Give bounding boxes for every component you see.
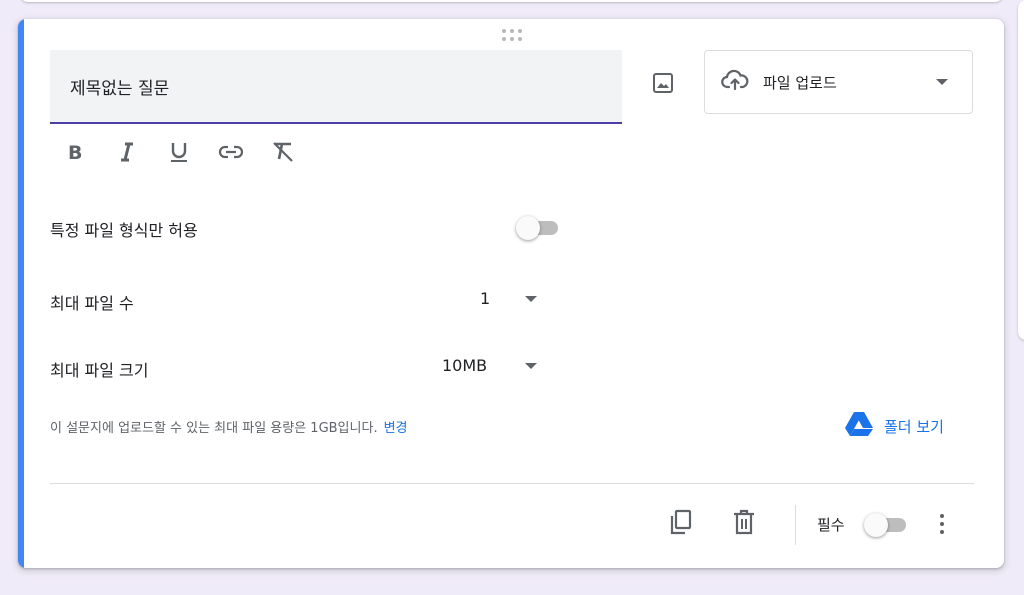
active-accent-bar xyxy=(18,19,24,568)
duplicate-icon[interactable] xyxy=(666,507,696,537)
required-toggle[interactable] xyxy=(864,513,906,537)
question-title-input[interactable]: 제목없는 질문 xyxy=(50,50,622,124)
clear-format-icon[interactable] xyxy=(266,137,300,167)
drag-handle-icon[interactable] xyxy=(502,29,522,41)
footer-divider xyxy=(50,483,974,484)
max-size-label: 최대 파일 크기 xyxy=(50,361,149,380)
cloud-upload-icon xyxy=(721,69,749,95)
delete-icon[interactable] xyxy=(729,507,759,537)
format-toolbar: B xyxy=(58,137,300,167)
max-files-dropdown-icon[interactable] xyxy=(525,296,537,302)
question-type-label: 파일 업로드 xyxy=(763,73,837,92)
previous-card-edge xyxy=(20,0,1003,2)
bold-icon[interactable]: B xyxy=(58,137,92,167)
more-options-icon[interactable] xyxy=(932,512,952,536)
required-label: 필수 xyxy=(817,516,845,534)
allow-specific-types-label: 특정 파일 형식만 허용 xyxy=(50,221,198,240)
italic-icon[interactable] xyxy=(110,137,144,167)
next-card-edge xyxy=(1018,0,1024,340)
max-size-dropdown-icon[interactable] xyxy=(525,363,537,369)
chevron-down-icon xyxy=(936,79,948,85)
link-icon[interactable] xyxy=(214,137,248,167)
storage-info-text: 이 설문지에 업로드할 수 있는 최대 파일 용량은 1GB입니다. xyxy=(50,421,378,436)
footer-separator xyxy=(795,505,796,545)
google-drive-icon xyxy=(844,411,874,441)
allow-specific-types-toggle[interactable] xyxy=(516,216,558,240)
max-size-value[interactable]: 10MB xyxy=(442,356,487,375)
max-files-label: 최대 파일 수 xyxy=(50,294,134,313)
view-folder-label: 폴더 보기 xyxy=(884,417,944,436)
underline-icon[interactable] xyxy=(162,137,196,167)
question-type-dropdown[interactable]: 파일 업로드 xyxy=(704,50,973,114)
storage-info: 이 설문지에 업로드할 수 있는 최대 파일 용량은 1GB입니다. 변경 xyxy=(50,417,408,436)
question-card[interactable]: 제목없는 질문 파일 업로드 B 특정 파일 형식만 허용 최대 파일 수 1 … xyxy=(18,19,1004,568)
change-storage-link[interactable]: 변경 xyxy=(384,421,408,436)
max-files-value[interactable]: 1 xyxy=(480,289,490,308)
add-image-icon[interactable] xyxy=(646,66,680,100)
svg-text:B: B xyxy=(68,142,82,162)
view-folder-link[interactable]: 폴더 보기 xyxy=(844,411,944,441)
question-title-text: 제목없는 질문 xyxy=(70,78,170,99)
